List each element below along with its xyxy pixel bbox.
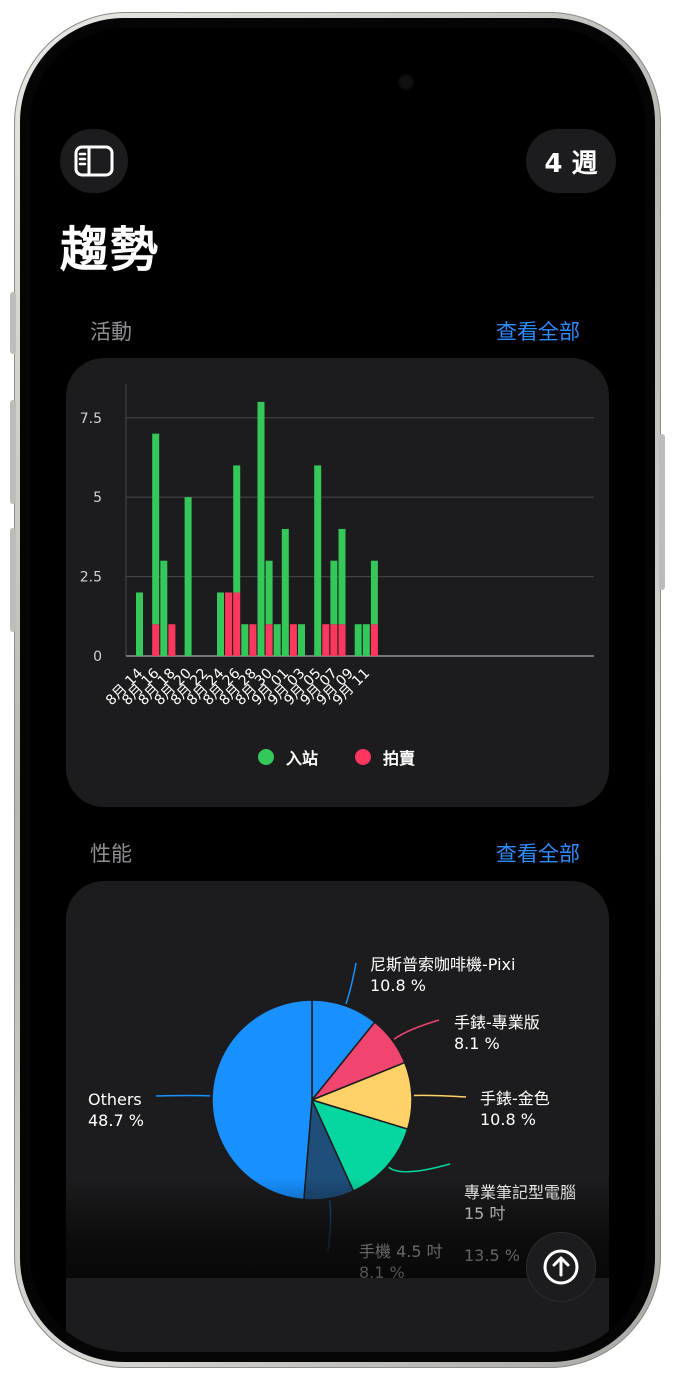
side-button-power (659, 434, 665, 590)
pie-label-others: Others 48.7 % (88, 1089, 144, 1131)
side-button-volume-up (10, 400, 16, 504)
bar-segment-auction (233, 592, 241, 656)
bar-segment-inbound (330, 560, 338, 625)
side-button-action (10, 292, 16, 354)
pie-label-phone: 手機 4.5 吋 8.1 % (359, 1241, 443, 1283)
bar-segment-inbound (257, 401, 265, 656)
bar-segment-inbound (160, 560, 168, 656)
pie-label-coffee-machine-value: 10.8 % (370, 976, 426, 995)
bar-segment-auction (168, 624, 176, 656)
pie-slice-others (211, 999, 313, 1201)
side-button-volume-down (10, 528, 16, 632)
legend-dot-auction (355, 749, 371, 765)
performance-section-label: 性能 (90, 842, 132, 866)
bar-segment-inbound (241, 624, 249, 656)
scroll-to-top-button[interactable] (526, 1232, 596, 1302)
bar-segment-auction (370, 624, 378, 656)
pie-label-others-name: Others (88, 1090, 142, 1109)
bar-segment-inbound (354, 624, 362, 656)
bar-segment-inbound (370, 560, 378, 625)
bar-segment-inbound (152, 433, 160, 625)
bar-segment-inbound (298, 624, 305, 656)
pie-label-others-value: 48.7 % (88, 1111, 144, 1130)
pie-label-watch-pro: 手錶-專業版 8.1 % (454, 1012, 540, 1054)
bar-segment-inbound (217, 592, 224, 656)
bar-segment-inbound (281, 528, 289, 656)
bar-segment-auction (265, 624, 273, 656)
y-tick-label: 2.5 (80, 570, 102, 586)
bar-segment-auction (249, 624, 257, 656)
arrow-up-circle-icon (543, 1249, 579, 1285)
pie-label-coffee-machine: 尼斯普索咖啡機-Pixi 10.8 % (370, 954, 515, 996)
front-camera (400, 76, 412, 88)
pie-label-watch-pro-name: 手錶-專業版 (454, 1013, 540, 1032)
pie-label-watch-gold-name: 手錶-金色 (480, 1089, 550, 1108)
bar-segment-inbound (338, 528, 346, 625)
pie-label-watch-gold: 手錶-金色 10.8 % (480, 1088, 550, 1130)
period-selector-label: 4 週 (544, 148, 598, 179)
bar-segment-auction (338, 624, 346, 656)
pie-label-coffee-machine-name: 尼斯普索咖啡機-Pixi (370, 955, 516, 974)
period-selector-button[interactable]: 4 週 (526, 129, 616, 193)
bar-segment-inbound (184, 497, 192, 656)
legend-label-auction: 拍賣 (383, 749, 416, 768)
leader-line-coffee-machine (345, 962, 357, 1005)
y-tick-label: 0 (93, 649, 102, 665)
pie-label-phone-name: 手機 4.5 吋 (359, 1242, 443, 1261)
bar-segment-inbound (136, 592, 143, 656)
bar-segment-auction (330, 624, 338, 656)
legend-label-inbound: 入站 (286, 749, 319, 768)
bar-segment-auction (225, 592, 233, 656)
bar-segment-inbound (233, 465, 241, 593)
legend-dot-inbound (258, 749, 274, 765)
legend-item-inbound: 入站 (258, 745, 318, 769)
pie-label-laptop-name: 專業筆記型電腦 15 吋 (464, 1183, 577, 1223)
sidebar-toggle-button[interactable] (60, 129, 128, 193)
bar-segment-inbound (362, 624, 370, 656)
screen: 4 週 趨勢 活動 查看全部 0 2.5 5 7.5 8月 14 8月 16 8月 18 8月… (30, 28, 645, 1352)
pie-label-watch-gold-value: 10.8 % (480, 1110, 536, 1129)
leader-line-laptop (388, 1163, 451, 1173)
activity-section-label: 活動 (90, 320, 132, 344)
sidebar-icon (74, 145, 114, 177)
performance-card: 尼斯普索咖啡機-Pixi 10.8 % 手錶-專業版 8.1 % 手錶-金色 1… (66, 881, 609, 1352)
activity-card: 0 2.5 5 7.5 8月 14 8月 16 8月 18 8月 20 8月 22 8月 24 8月… (66, 358, 609, 807)
bar-segment-inbound (314, 465, 322, 656)
activity-see-all-link[interactable]: 查看全部 (496, 316, 580, 346)
leader-line-phone (327, 1200, 332, 1252)
bar-segment-inbound (265, 560, 273, 625)
legend-item-auction: 拍賣 (355, 745, 415, 769)
pie-label-phone-value: 8.1 % (359, 1263, 405, 1282)
bar-segment-inbound (273, 624, 281, 656)
performance-see-all-link[interactable]: 查看全部 (496, 838, 580, 868)
y-tick-label: 7.5 (80, 411, 102, 427)
activity-bar-chart: 02.557.58月 148月 168月 188月 208月 228月 248月… (80, 384, 594, 709)
y-tick-label: 5 (93, 490, 102, 506)
leader-line-watch-pro (393, 1019, 440, 1040)
bar-segment-auction (322, 624, 330, 656)
page-title: 趨勢 (60, 222, 161, 278)
pie-label-watch-pro-value: 8.1 % (454, 1034, 500, 1053)
bar-segment-auction (152, 624, 160, 656)
bar-segment-auction (289, 624, 297, 656)
leader-line-watch-gold (413, 1094, 467, 1098)
